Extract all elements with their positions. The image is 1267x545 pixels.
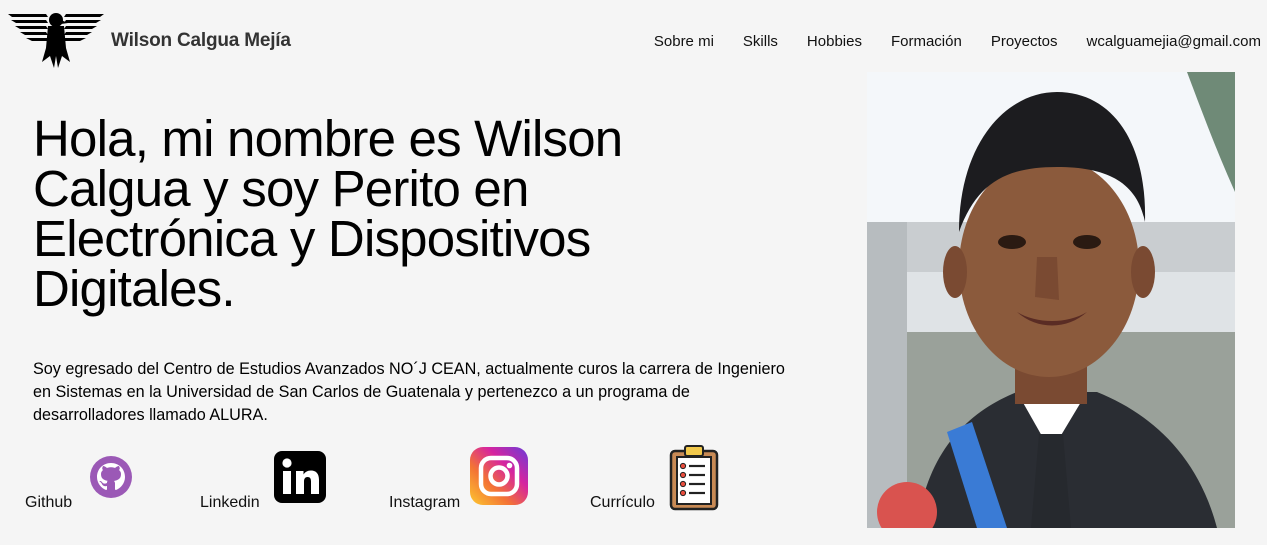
- linkedin-label[interactable]: Linkedin: [200, 494, 260, 512]
- nav-item-formacion[interactable]: Formación: [891, 33, 962, 50]
- github-label[interactable]: Github: [25, 494, 72, 512]
- linkedin-icon[interactable]: [274, 451, 326, 503]
- main-nav: Sobre mi Skills Hobbies Formación Proyec…: [654, 33, 1261, 50]
- nav-item-skills[interactable]: Skills: [743, 33, 778, 50]
- brand-name[interactable]: Wilson Calgua Mejía: [111, 30, 291, 52]
- nav-item-hobbies[interactable]: Hobbies: [807, 33, 862, 50]
- clipboard-icon[interactable]: [669, 445, 719, 511]
- hero-description: Soy egresado del Centro de Estudios Avan…: [33, 360, 785, 424]
- curriculo-label[interactable]: Currículo: [590, 494, 655, 512]
- profile-photo: [867, 72, 1235, 528]
- nav-item-proyectos[interactable]: Proyectos: [991, 33, 1058, 50]
- social-links: Github Linkedin Instagram Currículo: [0, 445, 760, 520]
- site-header: Wilson Calgua Mejía Sobre mi Skills Hobb…: [0, 0, 1267, 80]
- nav-item-sobre-mi[interactable]: Sobre mi: [654, 33, 714, 50]
- portrait-illustration: [867, 72, 1235, 528]
- instagram-label[interactable]: Instagram: [389, 494, 460, 512]
- instagram-icon[interactable]: [470, 447, 528, 505]
- github-icon[interactable]: [89, 455, 133, 499]
- nav-item-email[interactable]: wcalguamejia@gmail.com: [1087, 33, 1261, 50]
- hero-title: Hola, mi nombre es Wilson Calgua y soy P…: [33, 110, 623, 317]
- eagle-logo-icon[interactable]: [8, 10, 104, 72]
